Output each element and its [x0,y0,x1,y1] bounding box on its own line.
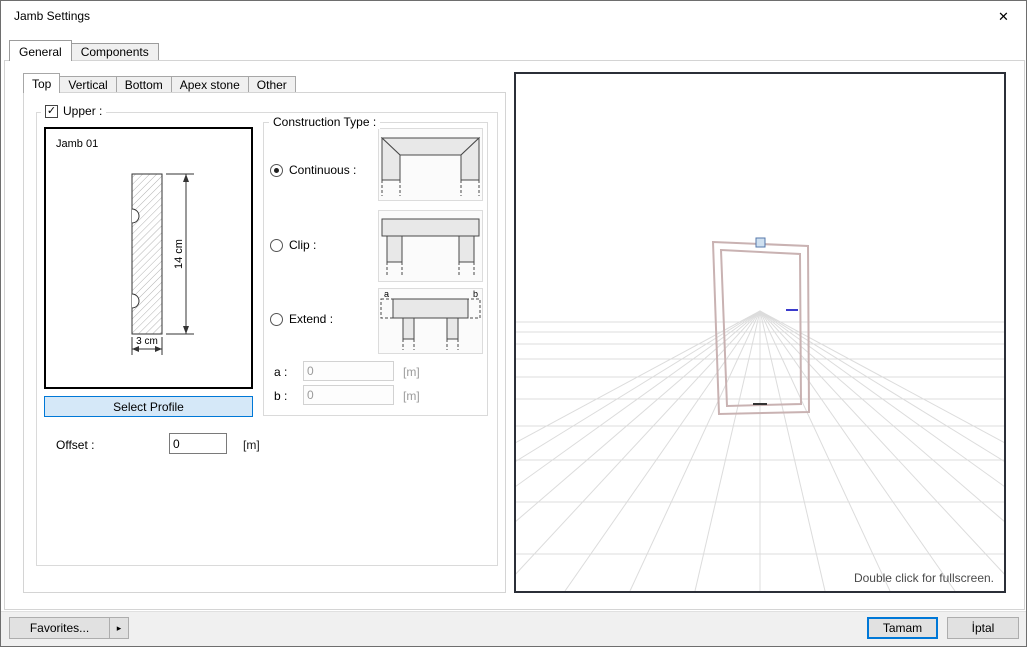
subtab-other[interactable]: Other [248,76,296,92]
radio-clip[interactable]: Clip : [270,238,316,252]
extend-b-input [303,385,394,405]
offset-input[interactable] [169,433,227,454]
subtab-apex-stone[interactable]: Apex stone [171,76,249,92]
subtab-bottom[interactable]: Bottom [116,76,172,92]
frame-top-handle-icon [756,238,765,247]
select-profile-button[interactable]: Select Profile [44,396,253,417]
3d-preview-viewport[interactable]: Double click for fullscreen. [514,72,1006,593]
extend-b-unit: [m] [403,389,420,403]
radio-extend-circle-icon[interactable] [270,313,283,326]
extend-a-marker: a [384,289,389,299]
tab-general[interactable]: General [9,40,72,61]
footer-bar: Favorites... ▸ Tamam İptal [1,611,1026,646]
3d-grid-scene-icon [516,74,1004,591]
clip-diagram-icon [378,210,483,282]
radio-continuous-label: Continuous : [289,163,356,177]
tab-components[interactable]: Components [71,43,159,60]
profile-height-dimension: 14 cm [173,239,185,269]
position-tabstrip: Top Vertical Bottom Apex stone Other [23,73,296,93]
subtab-top[interactable]: Top [23,73,60,93]
checkmark-icon: ✓ [47,106,56,117]
extend-b-marker: b [473,289,478,299]
upper-checkbox-row[interactable]: ✓ Upper : [41,104,106,118]
upper-checkbox[interactable]: ✓ [45,105,58,118]
continuous-diagram-icon [378,128,483,201]
titlebar: Jamb Settings ✕ [1,1,1026,32]
radio-extend[interactable]: Extend : [270,312,333,326]
extend-a-input [303,361,394,381]
profile-drawing-icon: Jamb 01 14 cm 3 cm [46,129,251,387]
favorites-expand-arrow-icon[interactable]: ▸ [110,617,129,639]
extend-diagram-icon: a b [378,288,483,354]
offset-unit: [m] [243,438,260,452]
radio-clip-circle-icon[interactable] [270,239,283,252]
profile-name: Jamb 01 [56,138,98,150]
upper-checkbox-label: Upper : [63,104,102,118]
construction-type-title: Construction Type : [269,115,380,129]
favorites-button[interactable]: Favorites... [9,617,110,639]
profile-width-dimension: 3 cm [136,336,158,347]
extend-a-label: a : [274,365,287,379]
window-title: Jamb Settings [14,9,90,23]
radio-extend-label: Extend : [289,312,333,326]
cancel-button[interactable]: İptal [947,617,1019,639]
main-tabstrip: General Components [9,40,159,61]
extend-b-label: b : [274,389,287,403]
close-icon[interactable]: ✕ [981,1,1026,32]
favorites-split-button: Favorites... ▸ [9,617,129,639]
subtab-vertical[interactable]: Vertical [59,76,116,92]
ok-button[interactable]: Tamam [867,617,938,639]
profile-preview-box: Jamb 01 14 cm 3 cm [44,127,253,389]
radio-continuous-circle-icon[interactable] [270,164,283,177]
jamb-settings-dialog: Jamb Settings ✕ General Components Top V… [0,0,1027,647]
offset-label: Offset : [56,438,94,452]
radio-clip-label: Clip : [289,238,316,252]
fullscreen-hint: Double click for fullscreen. [854,571,994,585]
extend-a-unit: [m] [403,365,420,379]
radio-continuous[interactable]: Continuous : [270,163,356,177]
